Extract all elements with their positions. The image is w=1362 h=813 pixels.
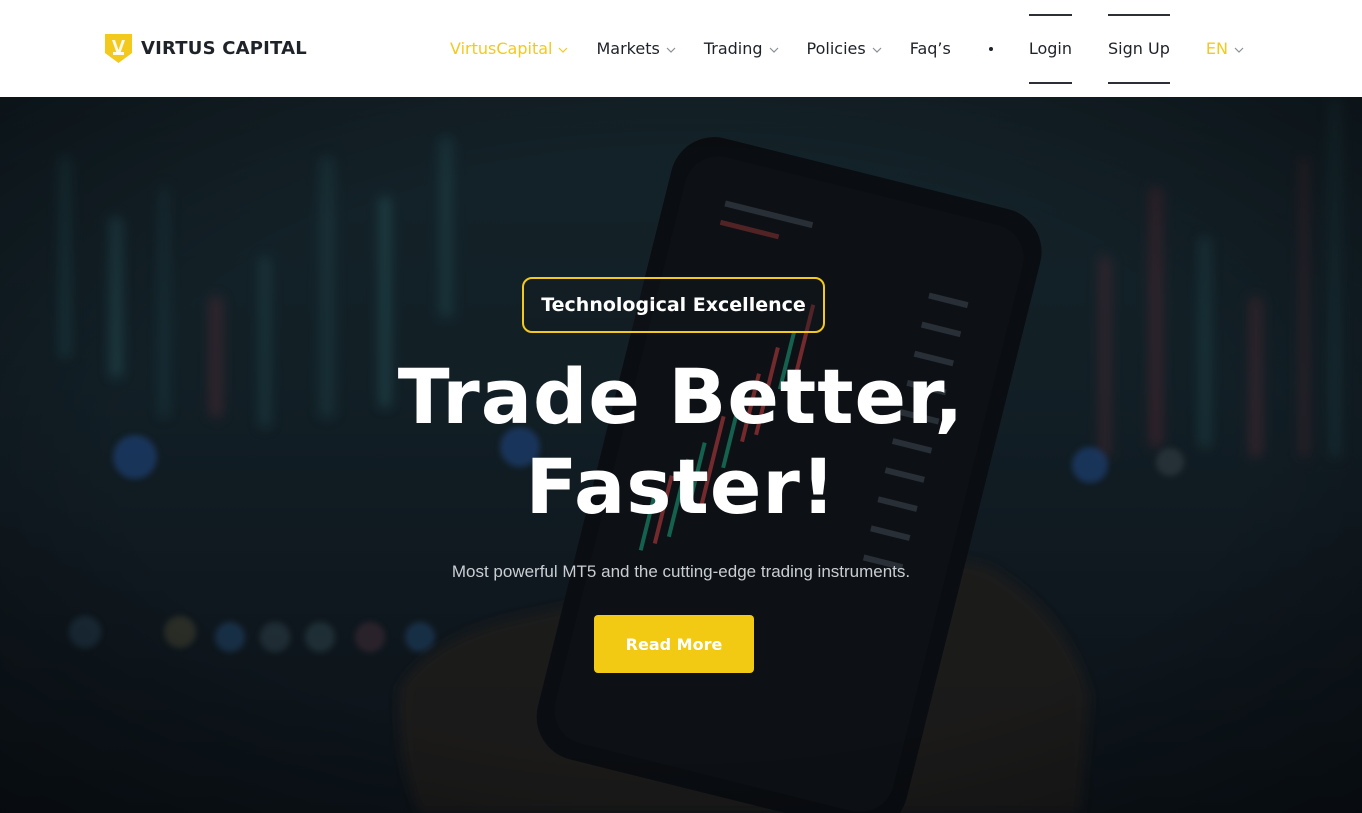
hero-subtitle: Most powerful MT5 and the cutting-edge t… <box>451 562 911 581</box>
nav-item-markets[interactable]: Markets <box>596 0 676 97</box>
brand-name: VIRTUS CAPITAL <box>141 37 307 59</box>
nav-item-virtuscapital[interactable]: VirtusCapital <box>450 0 568 97</box>
nav-item-policies[interactable]: Policies <box>807 0 882 97</box>
language-label: EN <box>1205 39 1228 58</box>
headline-line-2: Faster! <box>525 442 837 531</box>
main-nav: VirtusCapital Markets Trading Policies F… <box>450 0 1244 97</box>
signup-link[interactable]: Sign Up <box>1108 13 1170 84</box>
language-selector[interactable]: EN <box>1206 39 1244 58</box>
hero-section: Technological Excellence Trade Better, F… <box>0 97 1362 813</box>
nav-label: Trading <box>703 39 763 58</box>
read-more-button[interactable]: Read More <box>594 615 754 673</box>
chevron-down-icon <box>769 47 778 53</box>
nav-label: Faq’s <box>909 39 951 58</box>
nav-item-faqs[interactable]: Faq’s <box>910 0 951 97</box>
nav-label: Policies <box>806 39 866 58</box>
site-header: VIRTUS CAPITAL VirtusCapital Markets Tra… <box>0 0 1362 97</box>
chevron-down-icon <box>666 47 676 53</box>
nav-separator-dot <box>988 46 993 51</box>
brand-logo[interactable]: VIRTUS CAPITAL <box>104 32 307 64</box>
nav-label: Markets <box>596 39 660 58</box>
hero-badge: Technological Excellence <box>522 277 825 333</box>
chevron-down-icon <box>559 47 568 53</box>
nav-label: VirtusCapital <box>450 39 553 58</box>
hero-headline: Trade Better, Faster! <box>0 352 1362 532</box>
shield-logo-icon <box>105 34 132 63</box>
chevron-down-icon <box>872 47 882 53</box>
chevron-down-icon <box>1234 47 1244 53</box>
login-link[interactable]: Login <box>1028 13 1072 84</box>
headline-line-1: Trade Better, <box>397 352 965 441</box>
nav-item-trading[interactable]: Trading <box>704 0 779 97</box>
